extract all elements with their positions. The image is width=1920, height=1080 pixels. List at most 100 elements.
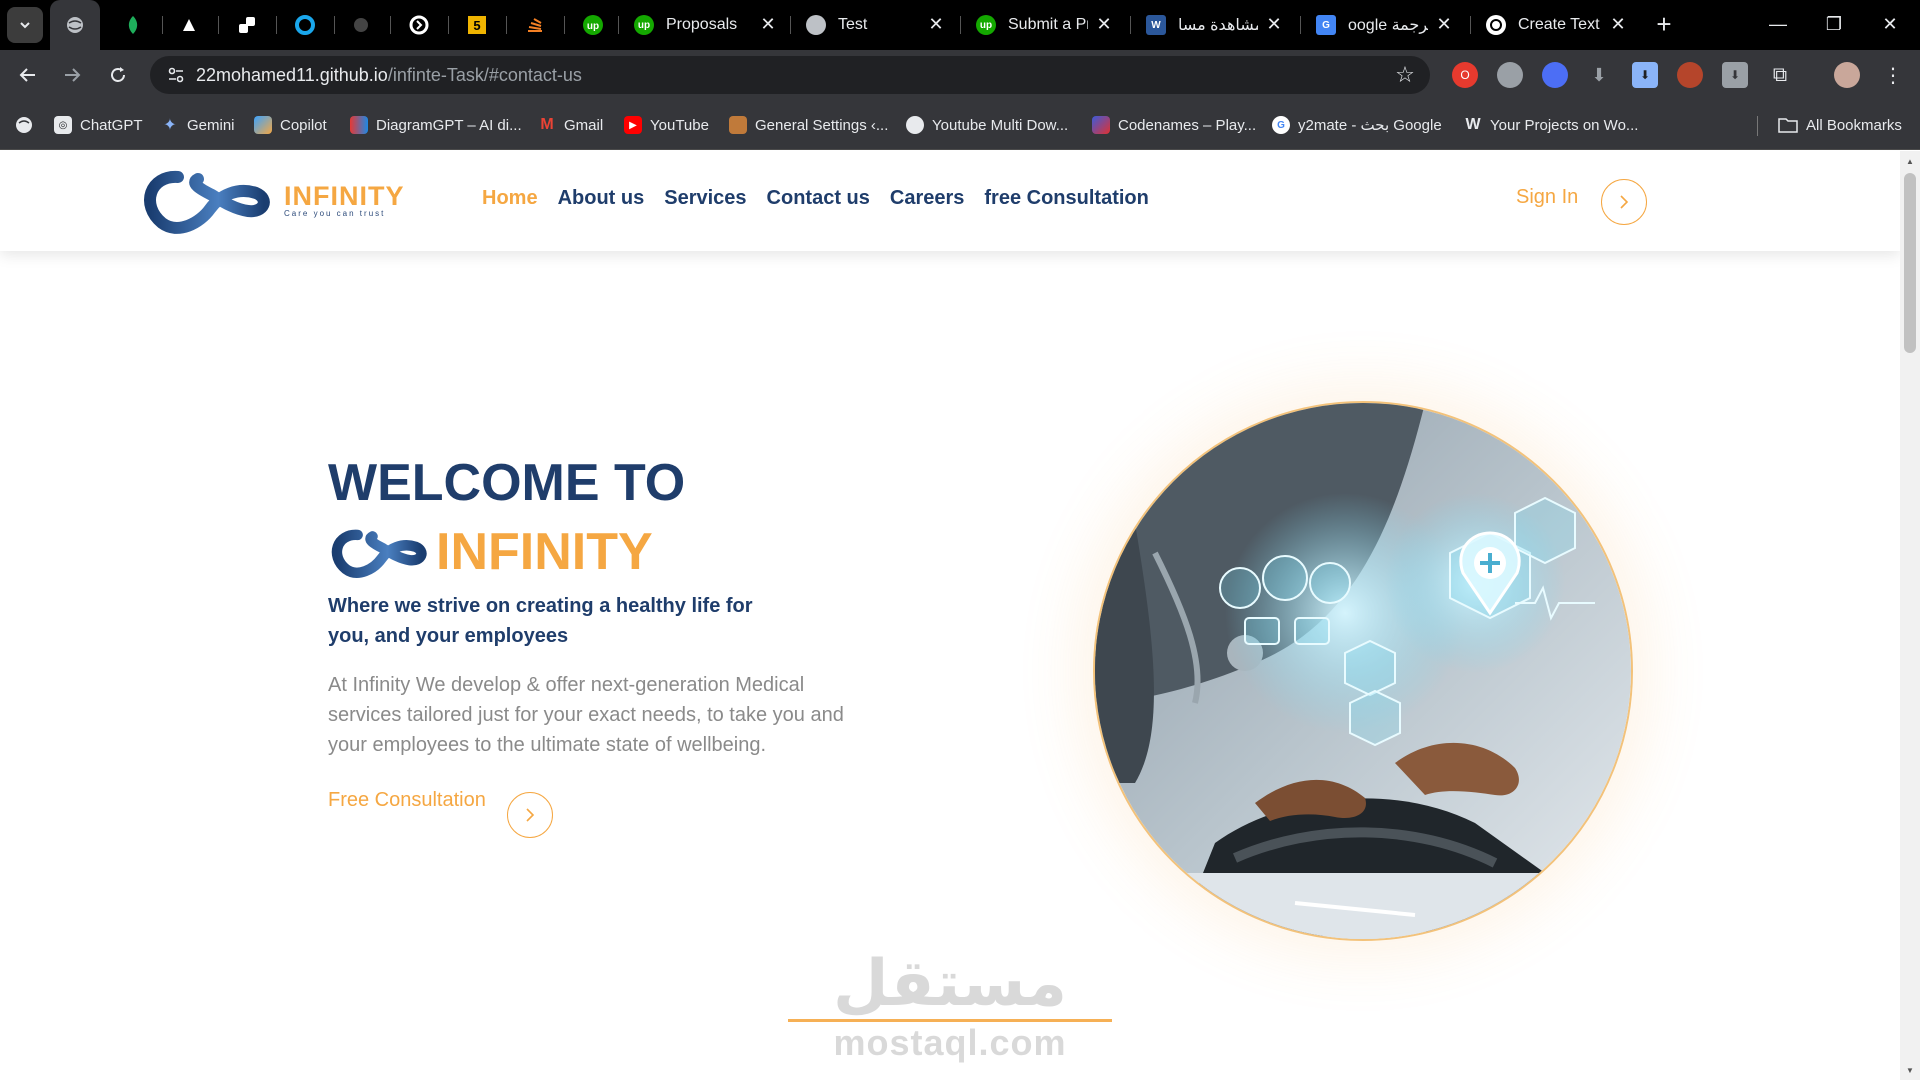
menu-kebab-icon[interactable]: ⋮ bbox=[1880, 62, 1906, 88]
color-extension-icon[interactable] bbox=[1542, 62, 1568, 88]
tab-word[interactable]: W مشاهدة مسا ✕ bbox=[1146, 8, 1286, 42]
record-extension-icon[interactable] bbox=[1677, 62, 1703, 88]
tab-label: oogle ترجمة bbox=[1348, 17, 1428, 34]
opera-extension-icon[interactable]: O bbox=[1452, 62, 1478, 88]
close-icon[interactable]: ✕ bbox=[1432, 12, 1456, 36]
scroll-thumb[interactable] bbox=[1904, 173, 1916, 353]
tab-test[interactable]: Test ✕ bbox=[806, 8, 948, 42]
gemini-icon: ✦ bbox=[163, 117, 177, 134]
bookmark-label: YouTube bbox=[650, 116, 709, 134]
pinned-tab-dark[interactable] bbox=[348, 12, 374, 38]
hero-image bbox=[1093, 401, 1633, 941]
bookmark-youtube-multi[interactable]: Youtube Multi Dow... bbox=[906, 113, 1068, 137]
address-bar[interactable]: 22mohamed11.github.io/infinte-Task/#cont… bbox=[150, 56, 1430, 94]
bookmark-label: Your Projects on Wo... bbox=[1490, 116, 1639, 134]
bookmark-copilot[interactable]: Copilot bbox=[254, 113, 327, 137]
bookmark-general-settings[interactable]: General Settings ‹... bbox=[729, 113, 888, 137]
tab-create-text[interactable]: Create Text ✕ bbox=[1486, 8, 1630, 42]
all-bookmarks-folder[interactable]: All Bookmarks bbox=[1778, 113, 1902, 137]
tab-search-button[interactable] bbox=[7, 7, 43, 43]
nav-free-consultation[interactable]: free Consultation bbox=[984, 187, 1148, 210]
free-consultation-arrow-button[interactable] bbox=[507, 792, 553, 838]
bookmark-chatgpt[interactable]: ◎ ChatGPT bbox=[54, 113, 143, 137]
scroll-up-arrow-icon[interactable]: ▲ bbox=[1900, 153, 1920, 169]
download-arrow-icon[interactable]: ⬇ bbox=[1586, 62, 1612, 88]
back-button[interactable] bbox=[12, 59, 44, 91]
save-extension-icon[interactable]: ⬇ bbox=[1722, 62, 1748, 88]
tab-label: مشاهدة مسا bbox=[1178, 17, 1258, 34]
hero-title: WELCOME TO bbox=[328, 454, 686, 512]
new-tab-button[interactable]: + bbox=[1650, 9, 1678, 39]
nav-services[interactable]: Services bbox=[664, 187, 746, 210]
pinned-tab-triangle[interactable] bbox=[176, 12, 202, 38]
globe-extension-icon[interactable] bbox=[1497, 62, 1523, 88]
site-logo[interactable]: INFINITY Care you can trust bbox=[138, 165, 405, 235]
globe-icon bbox=[806, 15, 826, 35]
hero-description: At Infinity We develop & offer next-gene… bbox=[328, 674, 844, 756]
bookmark-label: DiagramGPT – AI di... bbox=[376, 116, 522, 134]
leaf-icon bbox=[128, 16, 138, 34]
tab-translate[interactable]: G oogle ترجمة ✕ bbox=[1316, 8, 1456, 42]
pinned-tab-stack[interactable] bbox=[522, 12, 548, 38]
gmail-icon: M bbox=[540, 116, 554, 133]
pinned-tab-upwork[interactable]: up bbox=[580, 12, 606, 38]
free-consultation-link[interactable]: Free Consultation bbox=[328, 789, 486, 812]
nav-contact-us[interactable]: Contact us bbox=[767, 187, 870, 210]
bookmark-gmail[interactable]: M Gmail bbox=[538, 113, 603, 137]
bookmark-wordpress[interactable]: W Your Projects on Wo... bbox=[1464, 113, 1638, 137]
arrow-left-icon bbox=[19, 68, 35, 82]
bookmark-y2mate[interactable]: Gy2mate - بحث Google bbox=[1272, 113, 1442, 137]
forward-button[interactable] bbox=[56, 59, 88, 91]
hero-brand: INFINITY bbox=[328, 519, 653, 585]
upwork-icon: up bbox=[976, 15, 996, 35]
bookmarks-apps-icon[interactable] bbox=[14, 113, 34, 137]
pinned-tab-link[interactable] bbox=[234, 12, 260, 38]
minimize-button[interactable]: — bbox=[1758, 10, 1798, 38]
logo-wordmark: INFINITY Care you can trust bbox=[284, 182, 405, 218]
nav-about-us[interactable]: About us bbox=[558, 187, 645, 210]
page-scrollbar[interactable]: ▲ ▼ bbox=[1900, 151, 1920, 1080]
close-icon[interactable]: ✕ bbox=[1262, 12, 1286, 36]
nav-home[interactable]: Home bbox=[482, 187, 538, 210]
infinity-logo-icon bbox=[144, 170, 270, 234]
restore-button[interactable]: ❐ bbox=[1814, 10, 1854, 38]
bookmark-label: Gemini bbox=[187, 116, 235, 134]
site-info-icon[interactable] bbox=[156, 66, 196, 84]
hero-subtitle: Where we strive on creating a healthy li… bbox=[328, 595, 753, 647]
stack-icon bbox=[528, 18, 542, 32]
close-icon[interactable]: ✕ bbox=[924, 12, 948, 36]
profile-avatar[interactable] bbox=[1834, 62, 1860, 88]
pinned-tab-five[interactable]: 5 bbox=[464, 12, 490, 38]
chevron-down-icon bbox=[20, 22, 30, 29]
sign-in-arrow-button[interactable] bbox=[1601, 179, 1647, 225]
bookmark-codenames[interactable]: Codenames – Play... bbox=[1092, 113, 1256, 137]
close-icon[interactable]: ✕ bbox=[756, 12, 780, 36]
svg-text:up: up bbox=[587, 21, 599, 32]
url-path: /infinte-Task/#contact-us bbox=[387, 64, 582, 85]
pinned-tab-mongo[interactable] bbox=[120, 12, 146, 38]
pinned-tab-ring[interactable] bbox=[406, 12, 432, 38]
diagram-icon bbox=[350, 116, 368, 134]
translate-icon: G bbox=[1316, 15, 1336, 35]
scroll-down-arrow-icon[interactable]: ▼ bbox=[1900, 1062, 1920, 1078]
active-tab[interactable] bbox=[50, 0, 100, 50]
sign-in-link[interactable]: Sign In bbox=[1516, 186, 1578, 209]
bookmark-gemini[interactable]: ✦ Gemini bbox=[161, 113, 235, 137]
pinned-tab-circle[interactable] bbox=[292, 12, 318, 38]
tab-label: Create Text bbox=[1518, 16, 1600, 33]
tab-submit-proposal[interactable]: up Submit a Pr ✕ bbox=[976, 8, 1116, 42]
globe-icon bbox=[67, 17, 83, 33]
number-five-icon: 5 bbox=[468, 16, 486, 34]
bookmark-youtube[interactable]: ▶ YouTube bbox=[624, 113, 709, 137]
close-window-button[interactable]: ✕ bbox=[1870, 10, 1910, 38]
close-icon[interactable]: ✕ bbox=[1606, 12, 1630, 36]
nav-careers[interactable]: Careers bbox=[890, 187, 965, 210]
close-icon[interactable]: ✕ bbox=[1092, 12, 1116, 36]
bookmark-diagramgpt[interactable]: DiagramGPT – AI di... bbox=[350, 113, 522, 137]
puzzle-extensions-icon[interactable]: ⧉ bbox=[1767, 62, 1793, 88]
reload-button[interactable] bbox=[102, 59, 134, 91]
tab-proposals[interactable]: up Proposals ✕ bbox=[634, 8, 780, 42]
bookmark-star-icon[interactable]: ☆ bbox=[1392, 62, 1418, 88]
bookmark-label: Youtube Multi Dow... bbox=[932, 116, 1069, 134]
download-box-icon[interactable]: ⬇ bbox=[1632, 62, 1658, 88]
